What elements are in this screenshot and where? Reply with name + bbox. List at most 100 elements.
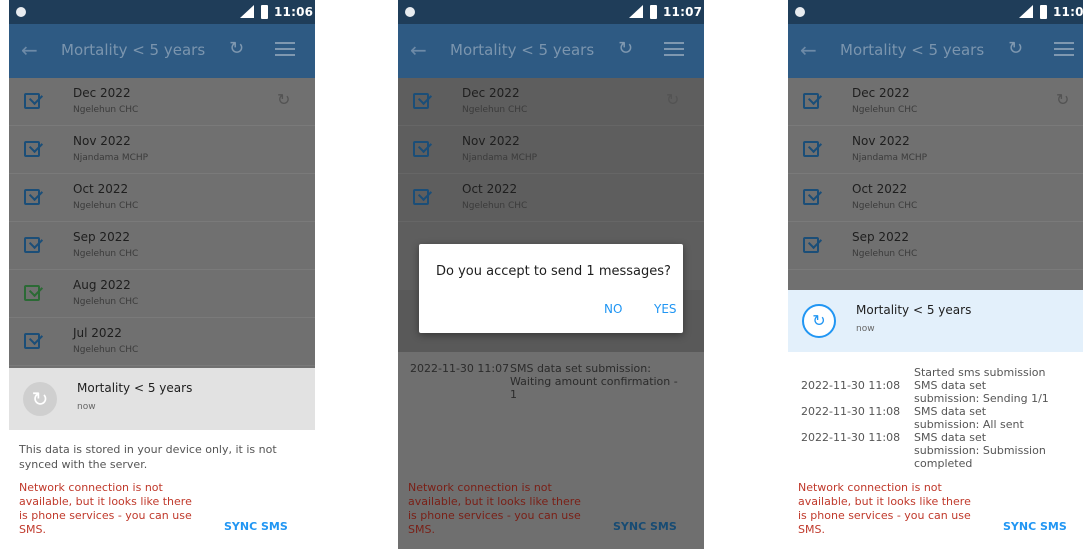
battery-icon [261, 5, 268, 19]
notification-time: now [77, 402, 96, 412]
back-arrow-icon[interactable]: ← [21, 38, 38, 62]
log-message: SMS data set submission: Submission comp… [914, 431, 1046, 470]
notification-title: Mortality < 5 years [856, 303, 972, 317]
log-message: SMS data set submission: Sending 1/1 [914, 379, 1049, 405]
network-status: Network connection is not available, but… [798, 481, 1083, 537]
sms-log: Started sms submission 2022-11-30 11:08 … [801, 366, 1051, 470]
edit-icon [803, 237, 819, 253]
battery-icon [650, 5, 657, 19]
edit-icon [24, 333, 40, 349]
edit-icon [24, 93, 40, 109]
edit-icon [24, 237, 40, 253]
edit-icon [413, 93, 429, 109]
phone-screen-3: 11:08 ← Mortality < 5 years ↻ Dec 2022 N… [788, 0, 1083, 549]
list-item[interactable]: Sep 2022 Ngelehun CHC [788, 222, 1083, 270]
sync-icon[interactable]: ↻ [277, 90, 290, 109]
log-message: SMS data set submission: Waiting amount … [510, 362, 678, 401]
no-button[interactable]: NO [604, 302, 622, 316]
page-title: Mortality < 5 years [450, 41, 595, 59]
org-unit-label: Njandama MCHP [852, 153, 928, 163]
edit-icon [803, 141, 819, 157]
network-message: Network connection is not available, but… [408, 481, 581, 536]
period-label: Nov 2022 [462, 134, 520, 148]
back-arrow-icon[interactable]: ← [800, 38, 817, 62]
list-item[interactable]: Dec 2022 Ngelehun CHC ↻ [398, 78, 704, 126]
sync-sms-button[interactable]: SYNC SMS [613, 520, 677, 533]
edit-icon [413, 141, 429, 157]
filter-icon[interactable] [275, 42, 295, 58]
sync-sms-button[interactable]: SYNC SMS [224, 520, 288, 533]
page-title: Mortality < 5 years [61, 41, 206, 59]
edit-icon [803, 93, 819, 109]
sync-icon[interactable]: ↻ [666, 90, 679, 109]
period-label: Sep 2022 [73, 230, 130, 244]
signal-icon [1019, 5, 1033, 18]
log-timestamp [801, 366, 914, 379]
period-label: Aug 2022 [73, 278, 131, 292]
list-item[interactable]: Nov 2022 Njandama MCHP [9, 126, 315, 174]
back-arrow-icon[interactable]: ← [410, 38, 427, 62]
edit-icon [803, 189, 819, 205]
org-unit-label: Ngelehun CHC [852, 105, 918, 115]
list-item[interactable]: Oct 2022 Ngelehun CHC [9, 174, 315, 222]
notification-header: ↻ Mortality < 5 years now [9, 368, 315, 430]
page-title: Mortality < 5 years [840, 41, 985, 59]
edit-icon [24, 189, 40, 205]
list-item[interactable]: Sep 2022 Ngelehun CHC [9, 222, 315, 270]
period-label: Sep 2022 [852, 230, 909, 244]
sync-icon[interactable]: ↻ [1008, 38, 1023, 59]
period-label: Oct 2022 [73, 182, 129, 196]
period-label: Dec 2022 [462, 86, 520, 100]
network-message: Network connection is not available, but… [19, 481, 192, 536]
period-label: Oct 2022 [462, 182, 518, 196]
org-unit-label: Ngelehun CHC [73, 249, 139, 259]
list-item[interactable]: Oct 2022 Ngelehun CHC [398, 174, 704, 222]
org-unit-label: Ngelehun CHC [73, 297, 139, 307]
list-item[interactable]: Dec 2022 Ngelehun CHC ↻ [788, 78, 1083, 126]
log-timestamp: 2022-11-30 11:08 [801, 379, 901, 392]
status-bar: 11:07 [398, 0, 704, 24]
status-bar: 11:08 [788, 0, 1083, 24]
org-unit-label: Ngelehun CHC [852, 201, 918, 211]
sms-sync-icon: ↻ [802, 304, 836, 338]
log-entry: 2022-11-30 11:08 SMS data set submission… [801, 405, 1051, 431]
list-item[interactable]: Nov 2022 Njandama MCHP [398, 126, 704, 174]
sync-icon[interactable]: ↻ [1056, 90, 1069, 109]
org-unit-label: Ngelehun CHC [462, 201, 528, 211]
confirm-dialog: Do you accept to send 1 messages? NO YES [419, 244, 683, 333]
log-entry: 2022-11-30 11:08 SMS data set submission… [801, 431, 1051, 470]
list-item[interactable]: Jul 2022 Ngelehun CHC [9, 318, 315, 366]
yes-button[interactable]: YES [654, 302, 677, 316]
sync-icon[interactable]: ↻ [618, 38, 633, 59]
clock: 11:07 [663, 5, 703, 19]
sync-sms-button[interactable]: SYNC SMS [1003, 520, 1067, 533]
log-entry: 2022-11-30 11:07 SMS data set submission… [410, 362, 680, 401]
log-entry: 2022-11-30 11:08 SMS data set submission… [801, 379, 1051, 405]
filter-icon[interactable] [664, 42, 684, 58]
period-label: Dec 2022 [852, 86, 910, 100]
list-item[interactable]: Oct 2022 Ngelehun CHC [788, 174, 1083, 222]
log-entry: Started sms submission [801, 366, 1051, 379]
org-unit-label: Ngelehun CHC [73, 105, 139, 115]
clock: 11:06 [274, 5, 314, 19]
period-label: Dec 2022 [73, 86, 131, 100]
list-item[interactable]: Dec 2022 Ngelehun CHC ↻ [9, 78, 315, 126]
signal-icon [240, 5, 254, 18]
log-timestamp: 2022-11-30 11:08 [801, 405, 901, 418]
filter-icon[interactable] [1054, 42, 1074, 58]
org-unit-label: Njandama MCHP [462, 153, 538, 163]
period-label: Oct 2022 [852, 182, 908, 196]
check-icon [24, 285, 40, 301]
dataset-list: Dec 2022 Ngelehun CHC ↻ Nov 2022 Njandam… [9, 78, 315, 366]
network-status: Network connection is not available, but… [19, 481, 309, 537]
sync-icon[interactable]: ↻ [229, 38, 244, 59]
list-item[interactable]: Aug 2022 Ngelehun CHC [9, 270, 315, 318]
clock: 11:08 [1053, 5, 1083, 19]
list-item[interactable]: Nov 2022 Njandama MCHP [788, 126, 1083, 174]
org-unit-label: Ngelehun CHC [852, 249, 918, 259]
sync-bottom-sheet: ↻ Mortality < 5 years now This data is s… [9, 368, 315, 549]
signal-icon [629, 5, 643, 18]
notification-header: ↻ Mortality < 5 years now [788, 290, 1083, 352]
edit-icon [413, 189, 429, 205]
period-label: Nov 2022 [73, 134, 131, 148]
